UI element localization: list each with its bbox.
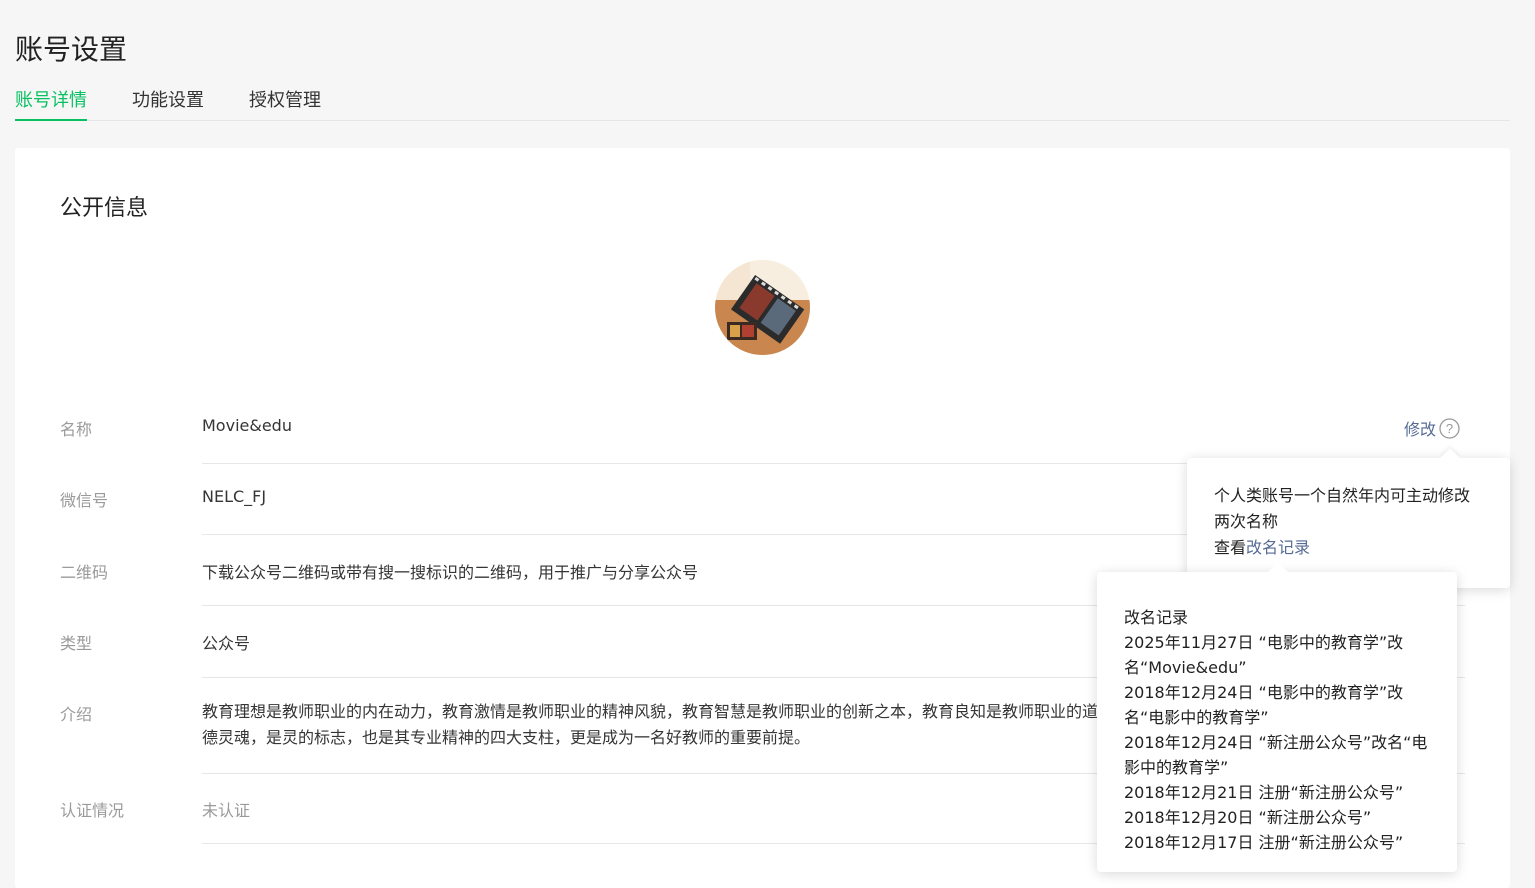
question-circle-icon[interactable]: ? bbox=[1439, 418, 1460, 439]
svg-text:?: ? bbox=[1446, 421, 1453, 436]
rename-policy-text: 个人类账号一个自然年内可主动修改两次名称 bbox=[1214, 486, 1471, 531]
rename-history-entry: 2018年12月24日 “电影中的教育学”改名“电影中的教育学” bbox=[1124, 683, 1404, 727]
tab-authorization-management[interactable]: 授权管理 bbox=[249, 86, 321, 121]
rename-history-entry: 2018年12月24日 “新注册公众号”改名“电影中的教育学” bbox=[1124, 733, 1428, 777]
tooltip-arrow bbox=[1440, 448, 1460, 468]
type-value: 公众号 bbox=[202, 634, 251, 653]
rename-policy-tooltip: 个人类账号一个自然年内可主动修改两次名称 查看改名记录 bbox=[1187, 448, 1510, 588]
view-prefix: 查看 bbox=[1214, 538, 1247, 557]
wechat-id-value: NELC_FJ bbox=[202, 487, 267, 506]
name-value: Movie&edu bbox=[202, 416, 292, 435]
intro-value: 教育理想是教师职业的内在动力，教育激情是教师职业的精神风貌，教育智慧是教师职业的… bbox=[202, 702, 1099, 747]
type-label: 类型 bbox=[60, 634, 93, 653]
tab-account-details[interactable]: 账号详情 bbox=[15, 86, 87, 121]
qrcode-label: 二维码 bbox=[60, 563, 109, 582]
account-info-card: 公开信息 名称 Movie&edu 修改 ? 微信号 NELC_FJ 二维码 下… bbox=[15, 148, 1510, 888]
rename-history-entry: 2018年12月21日 注册“新注册公众号” bbox=[1124, 783, 1404, 802]
rename-history-link[interactable]: 改名记录 bbox=[1246, 538, 1310, 557]
intro-label: 介绍 bbox=[60, 705, 93, 724]
rename-history-entry: 2018年12月20日 “新注册公众号” bbox=[1124, 808, 1372, 827]
section-title: 公开信息 bbox=[60, 196, 149, 221]
modify-name-link[interactable]: 修改 bbox=[1404, 416, 1436, 440]
rename-history-tooltip: 改名记录 2025年11月27日 “电影中的教育学”改名“Movie&edu” … bbox=[1097, 562, 1457, 872]
name-label: 名称 bbox=[60, 420, 93, 439]
tab-bar: 账号详情 功能设置 授权管理 bbox=[15, 86, 1510, 121]
verify-value: 未认证 bbox=[202, 801, 251, 820]
wechat-id-label: 微信号 bbox=[60, 491, 109, 510]
verify-label: 认证情况 bbox=[60, 801, 125, 820]
rename-history-entry: 2018年12月17日 注册“新注册公众号” bbox=[1124, 833, 1404, 852]
page-title: 账号设置 bbox=[15, 33, 128, 66]
qrcode-value: 下载公众号二维码或带有搜一搜标识的二维码，用于推广与分享公众号 bbox=[202, 563, 699, 582]
tab-function-settings[interactable]: 功能设置 bbox=[132, 86, 204, 121]
avatar[interactable] bbox=[715, 260, 810, 355]
rename-history-title: 改名记录 bbox=[1124, 608, 1189, 627]
rename-history-entry: 2025年11月27日 “电影中的教育学”改名“Movie&edu” bbox=[1124, 633, 1404, 677]
